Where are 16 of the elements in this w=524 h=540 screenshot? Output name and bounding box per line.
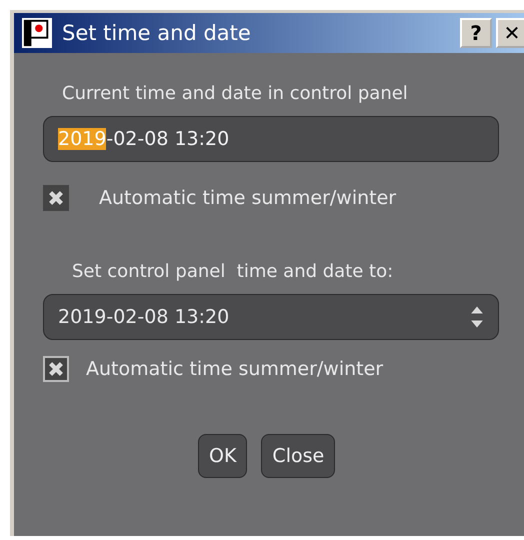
date-time-spinbox[interactable]: 2019-02-08 13:20 bbox=[43, 294, 499, 340]
ok-button[interactable]: OK bbox=[198, 434, 248, 478]
cross-mark-icon bbox=[47, 360, 65, 378]
help-button[interactable]: ? bbox=[460, 18, 492, 48]
close-dialog-button[interactable]: Close bbox=[261, 434, 336, 478]
checkbox[interactable] bbox=[43, 356, 69, 382]
window-title: Set time and date bbox=[62, 21, 252, 45]
cross-mark-icon bbox=[47, 189, 65, 207]
date-time-field[interactable]: 2019-02-08 13:20 bbox=[43, 116, 499, 162]
section-label: Current time and date in control panel bbox=[62, 83, 408, 104]
checkbox-label: Automatic time summer/winter bbox=[99, 187, 396, 209]
app-icon bbox=[22, 18, 52, 48]
checkbox-label: Automatic time summer/winter bbox=[86, 358, 384, 380]
checkbox[interactable] bbox=[43, 185, 69, 211]
section-label: Set control panel time and date to: bbox=[72, 261, 394, 282]
close-button[interactable]: ✕ bbox=[496, 18, 524, 48]
